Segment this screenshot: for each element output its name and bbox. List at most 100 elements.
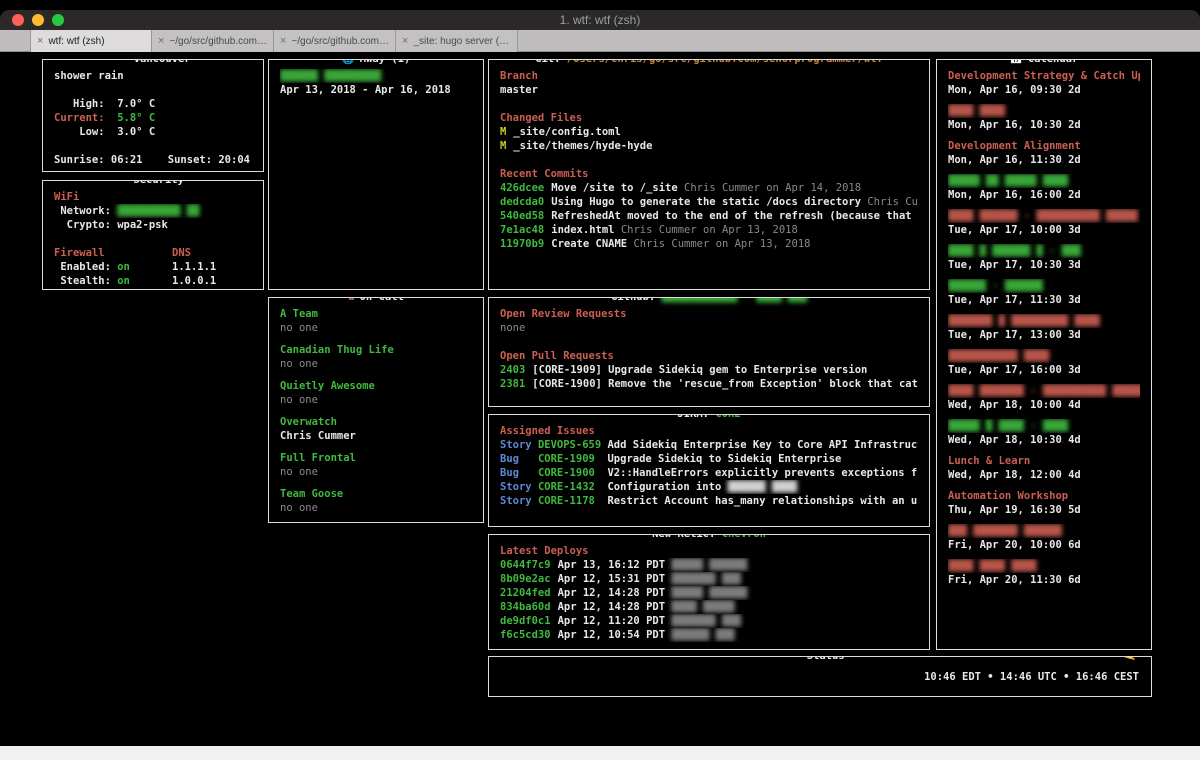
status-panel: ⚡Status 🤙 10:46 EDT • 14:46 UTC • 16:46 … (488, 656, 1152, 697)
zoom-window-button[interactable] (52, 14, 64, 26)
deploy-author-redacted: █████ ██████ (671, 587, 747, 599)
team-person: no one (280, 502, 318, 514)
pull-request-row: 2403[CORE-1909] Upgrade Sidekiq gem to E… (500, 363, 918, 377)
file-status-flag: M (500, 126, 506, 138)
event-date: Thu, Apr 19, 16:30 5d (948, 504, 1081, 516)
commit-meta: Chris Cummer on Apr 13, 2018 (621, 224, 798, 236)
network-value-redacted: ██████████ ██ (117, 205, 199, 217)
team-person: no one (280, 358, 318, 370)
commit-message: Using Hugo to generate the static /docs … (551, 196, 867, 208)
jira-panel-title: JIRA: CORE (671, 414, 746, 422)
deploy-row: 21204fedApr 12, 14:28 PDT █████ ██████ (500, 586, 918, 600)
issue-key: DEVOPS-659 (538, 439, 608, 451)
event-title-redacted: ███████████ ████ (948, 350, 1049, 362)
commit-meta: Chris Cummer (867, 196, 918, 208)
calendar-entry: ████ ██████ - ██████████ █████ █ Tue, Ap… (948, 209, 1140, 237)
deploy-hash: 8b09e2ac (500, 573, 551, 585)
git-repo-path: /Users/chris/go/src/github.com/senorprog… (567, 59, 883, 65)
newrelic-panel-title: New Relic: Chevron (646, 534, 772, 542)
deploy-row: f6c5cd30Apr 12, 10:54 PDT ██████ ███ (500, 628, 918, 642)
weather-current-label: Current: (54, 112, 117, 124)
tab-go-src-1[interactable]: × ~/go/src/github.com/senor... (152, 30, 274, 52)
deploy-date: Apr 12, 10:54 PDT (558, 629, 672, 641)
calendar-entry: ████ ████ Mon, Apr 16, 10:30 2d (948, 104, 1140, 132)
issue-summary: Upgrade Sidekiq to Sidekiq Enterprise (607, 453, 841, 465)
minimize-window-button[interactable] (32, 14, 44, 26)
team-name: Overwatch (280, 416, 337, 428)
calendar-entry: ███████ █ █████████ ████ Tue, Apr 17, 13… (948, 314, 1140, 342)
network-label: Network: (54, 205, 117, 217)
changed-file-row: M_site/config.toml (500, 125, 918, 139)
event-title-redacted: ████ ████ (948, 105, 1005, 117)
event-title: Development Strategy & Catch Up (948, 70, 1140, 82)
event-date: Mon, Apr 16, 16:00 2d (948, 189, 1081, 201)
issue-key: CORE-1909 (538, 453, 608, 465)
tab-go-src-2[interactable]: × ~/go/src/github.com/senor... (274, 30, 396, 52)
weather-icon: 🌦 (115, 59, 128, 65)
globe-icon: 🌐 (342, 59, 355, 65)
event-date: Wed, Apr 18, 10:00 4d (948, 399, 1081, 411)
deploy-author-redacted: ██████ ███ (671, 629, 734, 641)
calendar-entry: Lunch & Learn Wed, Apr 18, 12:00 4d (948, 454, 1140, 482)
deploy-date: Apr 12, 14:28 PDT (558, 601, 672, 613)
team-person: Chris Cummer (280, 430, 356, 442)
commit-row: 11970b9Create CNAME Chris Cummer on Apr … (500, 237, 918, 251)
oncall-team: Full Frontal no one (280, 451, 472, 479)
tab-close-icon[interactable]: × (402, 35, 408, 47)
calendar-panel: 📅Calendar Development Strategy & Catch U… (936, 59, 1152, 650)
calendar-entry: ███████████ ████ Tue, Apr 17, 16:00 3d (948, 349, 1140, 377)
event-title-redacted: ███████ █ █████████ ████ (948, 315, 1100, 327)
deploy-author-redacted: ███████ ███ (671, 573, 741, 585)
pull-request-row: 2381[CORE-1900] Remove the 'rescue_from … (500, 377, 918, 391)
event-date: Tue, Apr 17, 10:00 3d (948, 224, 1081, 236)
window-titlebar[interactable]: 1. wtf: wtf (zsh) (0, 10, 1200, 30)
tab-close-icon[interactable]: × (280, 35, 286, 47)
firewall-stealth-value: on (117, 275, 130, 287)
tab-hugo-server[interactable]: × _site: hugo server (zsh) (396, 30, 518, 52)
assigned-issues-header: Assigned Issues (500, 425, 595, 437)
event-title: Lunch & Learn (948, 455, 1030, 467)
tab-close-icon[interactable]: × (158, 35, 164, 47)
event-title-redacted: ██████ - ██████ (948, 280, 1043, 292)
event-title-redacted: ████ ████ ████ (948, 560, 1037, 572)
calendar-entry: Development Strategy & Catch Up Mon, Apr… (948, 69, 1140, 97)
tab-close-icon[interactable]: × (37, 35, 43, 47)
oncall-panel-title: ☎On Call (342, 297, 410, 305)
commit-hash: dedcda0 (500, 196, 544, 208)
oncall-panel: ☎On Call A Team no one Canadian Thug Lif… (268, 297, 484, 523)
event-date: Tue, Apr 17, 16:00 3d (948, 364, 1081, 376)
commit-message: RefreshedAt moved to the end of the refr… (551, 210, 918, 222)
commit-meta: Chris Cummer on Apr 14, 2018 (684, 182, 861, 194)
issue-summary: Configuration into (607, 481, 727, 493)
pull-requests-header: Open Pull Requests (500, 350, 614, 362)
oncall-team: Canadian Thug Life no one (280, 343, 472, 371)
event-title-redacted: ████ ███████ - ██████████ █████ █ (948, 385, 1140, 397)
event-date: Wed, Apr 18, 12:00 4d (948, 469, 1081, 481)
firewall-enabled-label: Enabled: (54, 261, 117, 273)
git-panel-title: Git: /Users/chris/go/src/github.com/seno… (529, 59, 889, 67)
branch-name: master (500, 84, 538, 96)
deploy-date: Apr 12, 14:28 PDT (558, 587, 672, 599)
firewall-enabled-value: on (117, 261, 130, 273)
weather-low-value: 3.0° C (117, 126, 155, 138)
issue-type: Bug (500, 453, 538, 465)
newrelic-app: Chevron (722, 534, 766, 540)
oncall-team: Team Goose no one (280, 487, 472, 515)
event-date: Tue, Apr 17, 13:00 3d (948, 329, 1081, 341)
review-requests-none: none (500, 322, 525, 334)
commit-message: Create CNAME (551, 238, 633, 250)
zap-icon: ⚡ (795, 656, 801, 662)
away-panel: 🌐Away (1) ██████ █████████ Apr 13, 2018 … (268, 59, 484, 290)
hand-gesture-icon: 🤙 (1120, 656, 1141, 661)
tab-label: ~/go/src/github.com/senor... (169, 36, 267, 47)
issue-summary: Restrict Account has_many relationships … (607, 495, 918, 507)
close-window-button[interactable] (12, 14, 24, 26)
event-title: Automation Workshop (948, 490, 1068, 502)
away-panel-title: 🌐Away (1) (336, 59, 417, 67)
jira-issue-row: Story CORE-1432 Configuration into █████… (500, 480, 918, 494)
tab-wtf[interactable]: × wtf: wtf (zsh) (30, 30, 152, 52)
team-person: no one (280, 394, 318, 406)
deploy-author-redacted: ███████ ███ (671, 615, 741, 627)
deploy-author-redacted: ████ █████ (671, 601, 734, 613)
calendar-icon: 📅 (1010, 59, 1023, 65)
